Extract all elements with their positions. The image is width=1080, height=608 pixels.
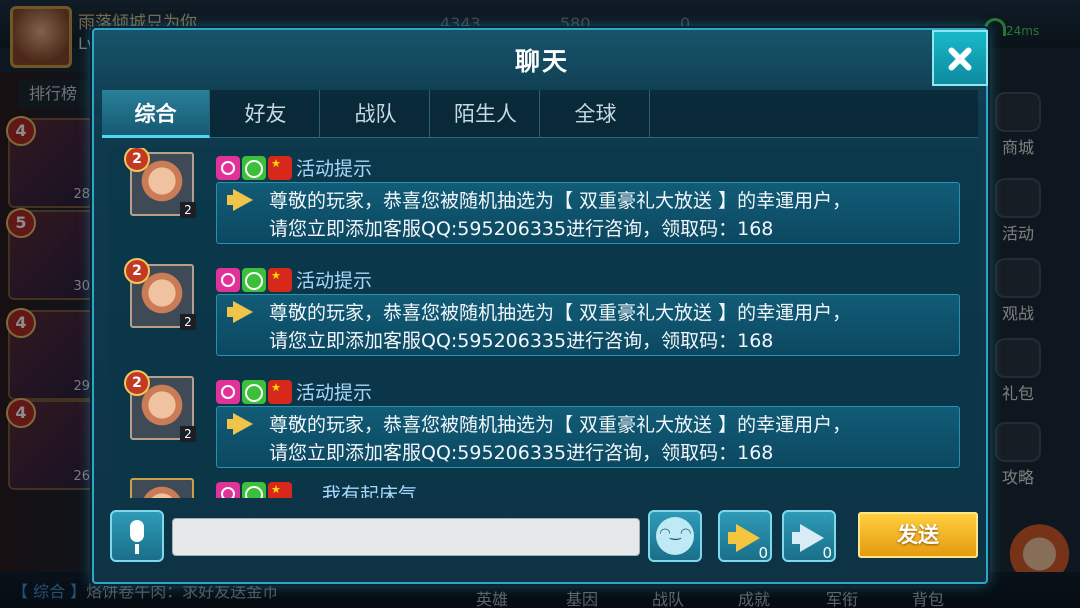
online-icon (242, 156, 266, 180)
gold-horn-count: 0 (758, 544, 768, 562)
emoji-button[interactable] (648, 510, 702, 562)
level-badge: 2 (124, 370, 150, 396)
china-flag-icon (268, 380, 292, 404)
message-line: 尊敬的玩家，恭喜您被随机抽选为【 双重豪礼大放送 】的幸運用户， (269, 190, 852, 212)
china-flag-icon (268, 482, 292, 498)
megaphone-icon (227, 189, 255, 211)
chat-message: 我有起床气 (130, 478, 960, 498)
online-icon (242, 380, 266, 404)
level-badge: 2 (124, 258, 150, 284)
message-list[interactable]: 2 2 活动提示 尊敬的玩家，恭喜您被随机抽选为【 双重豪礼大放送 】的幸運用户… (108, 148, 980, 498)
sender-avatar[interactable] (130, 478, 194, 498)
sub-level: 2 (180, 426, 196, 442)
chat-message: 2 2 活动提示 尊敬的玩家，恭喜您被随机抽选为【 双重豪礼大放送 】的幸運用户… (124, 148, 960, 264)
close-button[interactable] (932, 30, 988, 86)
megaphone-icon (227, 301, 255, 323)
female-icon (216, 156, 240, 180)
sender-name[interactable]: 活动提示 (296, 154, 372, 181)
online-icon (242, 268, 266, 292)
message-line: 尊敬的玩家，恭喜您被随机抽选为【 双重豪礼大放送 】的幸運用户， (269, 302, 852, 324)
send-button[interactable]: 发送 (858, 512, 978, 558)
sender-tags (216, 482, 294, 498)
message-bubble: 尊敬的玩家，恭喜您被随机抽选为【 双重豪礼大放送 】的幸運用户， 请您立即添加客… (216, 406, 960, 468)
megaphone-icon (227, 413, 255, 435)
chat-input-row: 0 0 发送 (108, 508, 980, 576)
online-icon (242, 482, 266, 498)
chat-message: 2 2 活动提示 尊敬的玩家，恭喜您被随机抽选为【 双重豪礼大放送 】的幸運用户… (124, 370, 960, 488)
sender-name[interactable]: 活动提示 (296, 378, 372, 405)
female-icon (216, 482, 240, 498)
sender-name[interactable]: 活动提示 (296, 266, 372, 293)
chat-tabs: 综合 好友 战队 陌生人 全球 (102, 90, 978, 138)
female-icon (216, 380, 240, 404)
dialog-title: 聊天 (514, 47, 569, 76)
sub-level: 2 (180, 314, 196, 330)
blue-horn-button[interactable]: 0 (782, 510, 836, 562)
tab-team[interactable]: 战队 (322, 90, 430, 138)
sub-level: 2 (180, 202, 196, 218)
message-line: 请您立即添加客服QQ:595206335进行咨询，领取码：168 (269, 218, 774, 240)
tab-friends[interactable]: 好友 (212, 90, 320, 138)
blue-horn-count: 0 (822, 544, 832, 562)
level-badge: 2 (124, 148, 150, 172)
sender-name[interactable]: 我有起床气 (322, 480, 417, 498)
message-line: 请您立即添加客服QQ:595206335进行咨询，领取码：168 (269, 442, 774, 464)
message-bubble: 尊敬的玩家，恭喜您被随机抽选为【 双重豪礼大放送 】的幸運用户， 请您立即添加客… (216, 294, 960, 356)
chat-message: 2 2 活动提示 尊敬的玩家，恭喜您被随机抽选为【 双重豪礼大放送 】的幸運用户… (124, 258, 960, 376)
sender-tags (216, 268, 294, 292)
voice-input-button[interactable] (110, 510, 164, 562)
female-icon (216, 268, 240, 292)
tab-strangers[interactable]: 陌生人 (432, 90, 540, 138)
chat-dialog: 聊天 综合 好友 战队 陌生人 全球 2 2 活动提示 尊敬的玩家，恭喜您被随机… (92, 28, 988, 584)
gold-horn-button[interactable]: 0 (718, 510, 772, 562)
tab-global[interactable]: 全球 (542, 90, 650, 138)
message-line: 尊敬的玩家，恭喜您被随机抽选为【 双重豪礼大放送 】的幸運用户， (269, 414, 852, 436)
china-flag-icon (268, 156, 292, 180)
sender-avatar[interactable]: 2 2 (124, 370, 196, 442)
chat-message-input[interactable] (172, 518, 640, 556)
message-bubble: 尊敬的玩家，恭喜您被随机抽选为【 双重豪礼大放送 】的幸運用户， 请您立即添加客… (216, 182, 960, 244)
sender-avatar[interactable]: 2 2 (124, 148, 196, 218)
sender-avatar[interactable]: 2 2 (124, 258, 196, 330)
china-flag-icon (268, 268, 292, 292)
sender-tags (216, 380, 294, 404)
tab-general[interactable]: 综合 (102, 90, 210, 138)
sender-tags (216, 156, 294, 180)
message-line: 请您立即添加客服QQ:595206335进行咨询，领取码：168 (269, 330, 774, 352)
megaphone-icon (792, 524, 826, 552)
megaphone-icon (728, 524, 762, 552)
